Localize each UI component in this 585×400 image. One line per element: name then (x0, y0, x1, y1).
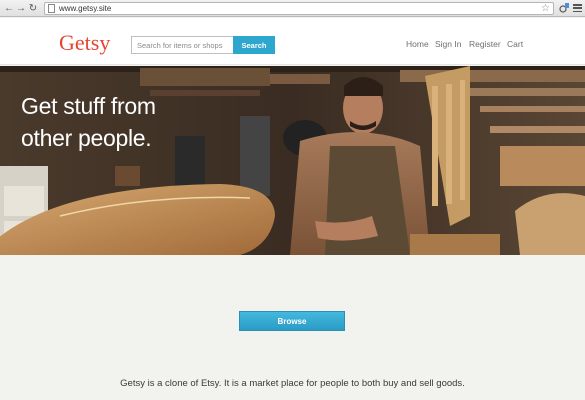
extension-icon[interactable] (559, 2, 570, 14)
nav-cart[interactable]: Cart (507, 39, 523, 49)
hero-banner: Get stuff from other people. (0, 66, 585, 255)
search-input[interactable] (131, 36, 234, 54)
nav-register[interactable]: Register (469, 39, 501, 49)
address-bar[interactable]: www.getsy.site ☆ (44, 2, 554, 15)
page-icon (48, 4, 55, 13)
star-icon[interactable]: ☆ (541, 3, 550, 14)
forward-arrow-icon[interactable]: → (16, 1, 26, 15)
site-header: Getsy Search Home Sign In Register Cart (0, 18, 585, 65)
browse-button[interactable]: Browse (239, 311, 345, 331)
nav-sign-in[interactable]: Sign In (435, 39, 461, 49)
nav-home[interactable]: Home (406, 39, 429, 49)
browser-toolbar: ← → ↻ www.getsy.site ☆ (0, 0, 585, 17)
menu-icon[interactable] (573, 4, 582, 12)
reload-icon[interactable]: ↻ (28, 1, 38, 15)
back-arrow-icon[interactable]: ← (4, 1, 14, 15)
hero-headline: Get stuff from other people. (21, 90, 156, 154)
search-button[interactable]: Search (233, 36, 275, 54)
logo[interactable]: Getsy (59, 30, 110, 56)
url-text: www.getsy.site (59, 4, 112, 13)
hero-headline-line-2: other people. (21, 125, 152, 151)
hero-headline-line-1: Get stuff from (21, 93, 156, 119)
site-description: Getsy is a clone of Etsy. It is a market… (120, 378, 465, 389)
